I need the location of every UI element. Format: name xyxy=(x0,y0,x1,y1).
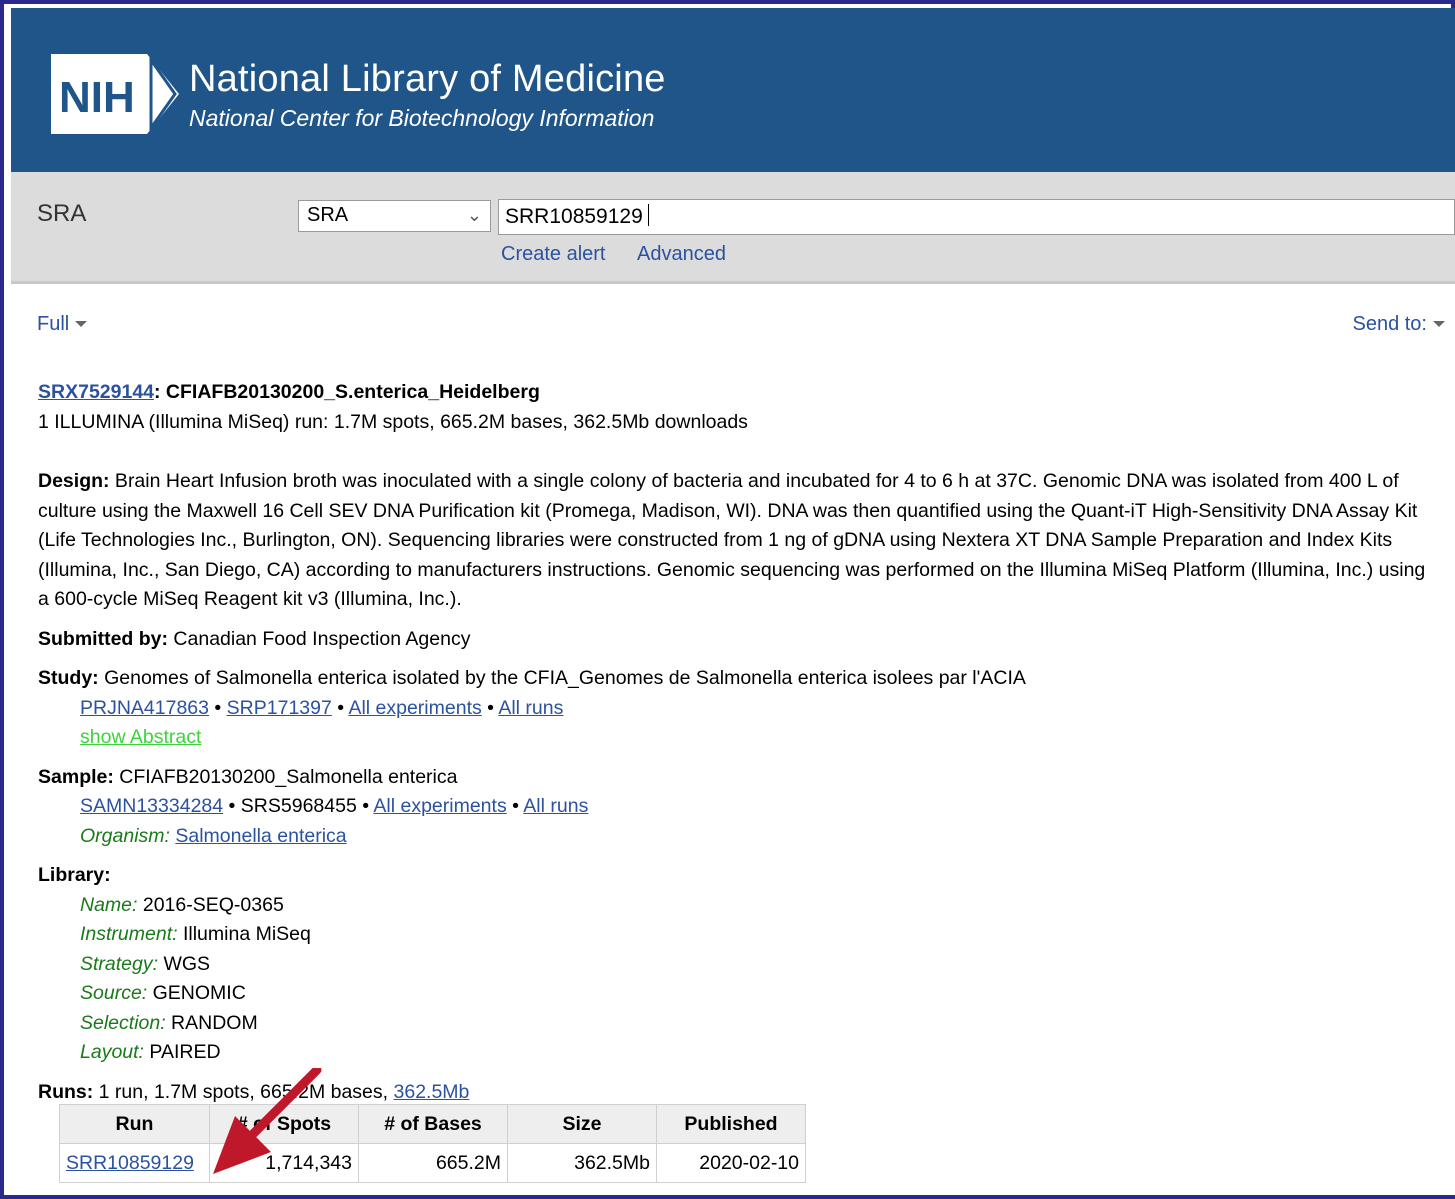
study-all-runs-link[interactable]: All runs xyxy=(498,697,563,719)
library-row-instrument: Instrument: Illumina MiSeq xyxy=(38,920,1438,950)
organism-row: Organism: Salmonella enterica xyxy=(38,822,1438,852)
organism-link[interactable]: Salmonella enterica xyxy=(175,825,346,847)
study-text: Genomes of Salmonella enterica isolated … xyxy=(98,667,1026,689)
text-caret xyxy=(647,204,649,226)
red-arrow-annotation-icon xyxy=(213,1068,322,1174)
header-banner: NIH National Library of Medicine Nationa… xyxy=(11,8,1455,172)
library-key: Name: xyxy=(80,893,138,916)
sample-text: CFIAFB20130200_Salmonella enterica xyxy=(113,765,458,788)
organism-label: Organism: xyxy=(80,824,170,847)
runs-table-header: Run # of Spots # of Bases Size Published xyxy=(59,1104,806,1144)
table-row: SRR10859129 1,714,343 665.2M 362.5Mb 202… xyxy=(59,1143,806,1183)
record-title-text: : CFIAFB20130200_S.enterica_Heidelberg xyxy=(154,381,540,403)
run-cell: SRR10859129 xyxy=(59,1143,210,1183)
sample-label: Sample: xyxy=(38,765,114,788)
run-accession-link[interactable]: SRR10859129 xyxy=(66,1152,194,1174)
library-value: GENOMIC xyxy=(147,982,246,1004)
library-value: WGS xyxy=(158,952,211,975)
library-label: Library: xyxy=(38,864,111,886)
database-select[interactable]: SRA ⌄ xyxy=(298,200,491,232)
design-text: Brain Heart Infusion broth was inoculate… xyxy=(38,470,1426,610)
study-section: Study: Genomes of Salmonella enterica is… xyxy=(38,664,1438,694)
library-key: Layout: xyxy=(80,1041,144,1063)
library-value: 2016-SEQ-0365 xyxy=(137,893,284,916)
logo-text: NIH xyxy=(59,73,135,122)
separator: • xyxy=(481,696,499,719)
sample-section: Sample: CFIAFB20130200_Salmonella enteri… xyxy=(38,763,1438,793)
library-row-name: Name: 2016-SEQ-0365 xyxy=(38,891,1438,921)
library-value: Illumina MiSeq xyxy=(177,923,311,945)
column-header-published: Published xyxy=(656,1104,806,1144)
library-row-selection: Selection: RANDOM xyxy=(38,1009,1438,1039)
separator: • xyxy=(223,795,241,817)
database-select-value: SRA xyxy=(307,204,349,226)
dropdown-triangle-icon xyxy=(75,321,88,327)
search-input[interactable]: SRR10859129 xyxy=(498,199,1455,235)
site-title[interactable]: National Library of Medicine xyxy=(189,58,666,101)
library-key: Strategy: xyxy=(80,952,159,975)
submitted-label: Submitted by: xyxy=(38,627,168,650)
size-cell: 362.5Mb xyxy=(507,1143,657,1183)
library-row-strategy: Strategy: WGS xyxy=(38,950,1438,980)
design-section: Design: Brain Heart Infusion broth was i… xyxy=(38,467,1438,615)
library-key: Source: xyxy=(80,982,148,1004)
sample-all-experiments-link[interactable]: All experiments xyxy=(373,795,506,817)
runs-label: Runs: xyxy=(38,1080,94,1103)
library-value: RANDOM xyxy=(165,1011,258,1034)
create-alert-link[interactable]: Create alert xyxy=(501,243,606,266)
show-abstract-link[interactable]: show Abstract xyxy=(80,726,201,748)
sample-all-runs-link[interactable]: All runs xyxy=(523,795,588,817)
database-label: SRA xyxy=(37,200,87,227)
bioproject-link[interactable]: PRJNA417863 xyxy=(80,697,209,719)
library-value: PAIRED xyxy=(143,1041,221,1063)
format-menu-label: Full xyxy=(37,313,70,335)
bases-cell: 665.2M xyxy=(358,1143,508,1183)
site-subtitle: National Center for Biotechnology Inform… xyxy=(189,105,655,131)
library-key: Instrument: xyxy=(80,923,178,945)
search-bar: SRA SRA ⌄ SRR10859129 Create alert Advan… xyxy=(11,172,1455,284)
runs-download-size-link[interactable]: 362.5Mb xyxy=(394,1081,470,1103)
library-key: Selection: xyxy=(80,1011,166,1034)
library-row-source: Source: GENOMIC xyxy=(38,979,1438,1009)
separator: • xyxy=(209,696,227,719)
separator: • xyxy=(331,696,349,719)
dropdown-triangle-icon xyxy=(1433,321,1445,327)
library-row-layout: Layout: PAIRED xyxy=(38,1038,1438,1068)
submitted-section: Submitted by: Canadian Food Inspection A… xyxy=(38,625,1438,655)
page: NIH National Library of Medicine Nationa… xyxy=(11,8,1455,1195)
submitted-text: Canadian Food Inspection Agency xyxy=(168,627,471,650)
srp-link[interactable]: SRP171397 xyxy=(227,697,332,719)
design-label: Design: xyxy=(38,470,110,492)
runs-table: Run # of Spots # of Bases Size Published… xyxy=(59,1104,806,1183)
column-header-bases: # of Bases xyxy=(358,1104,508,1144)
study-all-experiments-link[interactable]: All experiments xyxy=(348,697,481,719)
study-label: Study: xyxy=(38,667,99,689)
experiment-accession-link[interactable]: SRX7529144 xyxy=(38,381,154,403)
send-to-label: Send to: xyxy=(1352,313,1427,335)
column-header-size: Size xyxy=(507,1104,657,1144)
biosample-link[interactable]: SAMN13334284 xyxy=(80,795,223,817)
send-to-menu[interactable]: Send to: xyxy=(1352,313,1445,336)
search-query: SRR10859129 xyxy=(505,205,643,228)
nih-logo-icon[interactable]: NIH xyxy=(51,54,179,134)
record-title: SRX7529144: CFIAFB20130200_S.enterica_He… xyxy=(38,378,1438,408)
column-header-run: Run xyxy=(59,1104,210,1144)
advanced-search-link[interactable]: Advanced xyxy=(637,243,726,266)
format-menu[interactable]: Full xyxy=(37,313,88,336)
record-summary: 1 ILLUMINA (Illumina MiSeq) run: 1.7M sp… xyxy=(38,410,748,433)
record-content: SRX7529144: CFIAFB20130200_S.enterica_He… xyxy=(38,378,1438,1107)
abstract-toggle-row: show Abstract xyxy=(38,723,1438,753)
sample-links: SAMN13334284 • SRS5968455 • All experime… xyxy=(38,792,1438,822)
published-cell: 2020-02-10 xyxy=(656,1143,806,1183)
study-links: PRJNA417863 • SRP171397 • All experiment… xyxy=(38,694,1438,724)
chevron-down-icon: ⌄ xyxy=(466,205,482,225)
separator: • xyxy=(506,795,524,817)
srs-accession: SRS5968455 xyxy=(240,795,357,817)
separator: • xyxy=(356,795,374,817)
